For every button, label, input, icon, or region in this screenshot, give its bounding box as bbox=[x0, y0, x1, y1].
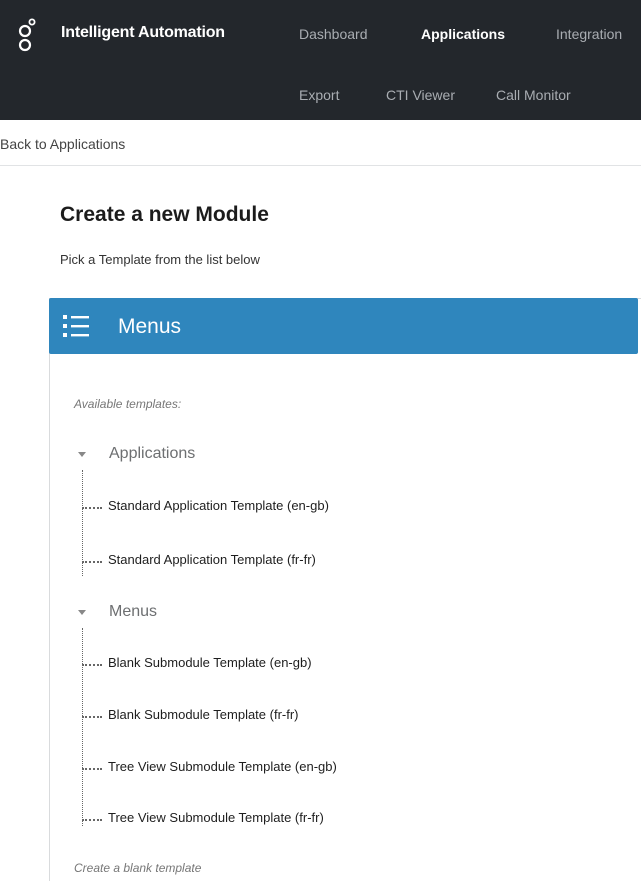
template-label: Blank Submodule Template (fr-fr) bbox=[108, 707, 299, 722]
tree-connector bbox=[82, 561, 102, 563]
caret-down-icon[interactable] bbox=[78, 452, 86, 457]
tree-connector bbox=[82, 819, 102, 821]
panel-title: Menus bbox=[118, 315, 182, 338]
nav-integration[interactable]: Integration bbox=[556, 26, 622, 42]
template-label: Standard Application Template (fr-fr) bbox=[108, 552, 316, 567]
template-label: Tree View Submodule Template (en-gb) bbox=[108, 759, 337, 774]
create-blank-template-link[interactable]: Create a blank template bbox=[74, 861, 201, 875]
tree-connector bbox=[82, 507, 102, 509]
back-to-applications-link[interactable]: Back to Applications bbox=[0, 136, 125, 152]
top-navigation-bar: Intelligent Automation Dashboard Applica… bbox=[0, 0, 641, 120]
template-label: Tree View Submodule Template (fr-fr) bbox=[108, 810, 324, 825]
templates-panel bbox=[49, 298, 641, 881]
list-icon bbox=[63, 315, 89, 337]
nav-cti-viewer[interactable]: CTI Viewer bbox=[386, 87, 455, 103]
app-brand-title[interactable]: Intelligent Automation bbox=[61, 24, 225, 42]
tree-connector-line bbox=[82, 628, 83, 826]
template-label: Standard Application Template (en-gb) bbox=[108, 498, 329, 513]
available-templates-caption: Available templates: bbox=[74, 397, 182, 411]
genesys-logo-icon bbox=[18, 18, 36, 52]
tree-connector bbox=[82, 716, 102, 718]
tree-connector bbox=[82, 664, 102, 666]
nav-applications[interactable]: Applications bbox=[421, 26, 505, 42]
group-label: Applications bbox=[109, 445, 196, 462]
nav-export[interactable]: Export bbox=[299, 87, 339, 103]
caret-down-icon[interactable] bbox=[78, 610, 86, 615]
template-label: Blank Submodule Template (en-gb) bbox=[108, 655, 312, 670]
page-title: Create a new Module bbox=[60, 203, 269, 226]
group-label: Menus bbox=[109, 603, 158, 620]
tree-connector bbox=[82, 768, 102, 770]
nav-call-monitor[interactable]: Call Monitor bbox=[496, 87, 571, 103]
page-subtitle: Pick a Template from the list below bbox=[60, 252, 260, 267]
nav-dashboard[interactable]: Dashboard bbox=[299, 26, 368, 42]
